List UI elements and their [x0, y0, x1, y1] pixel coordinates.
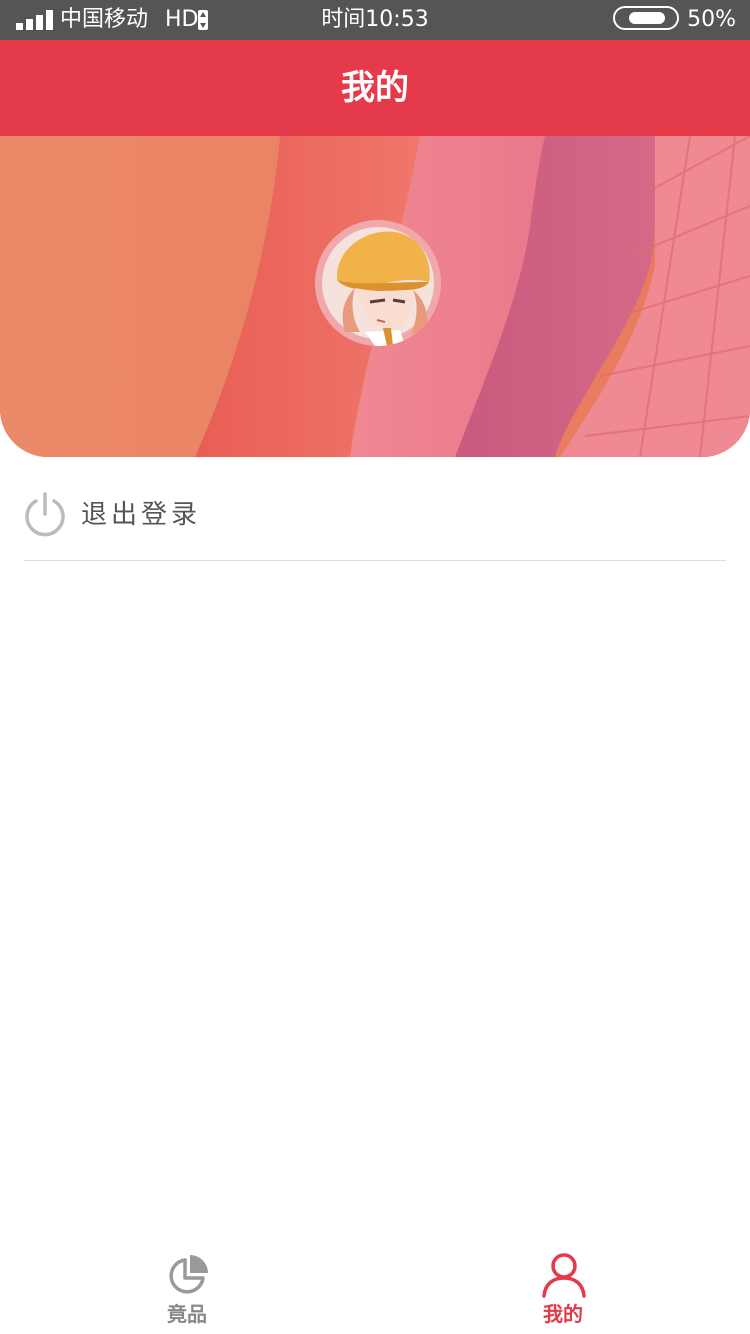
status-bar: 中国移动 HD 时间10:53 50%	[0, 0, 750, 40]
page-title: 我的	[341, 68, 409, 108]
signal-icon	[16, 10, 54, 30]
logout-label: 退出登录	[81, 500, 202, 530]
user-icon	[542, 1253, 586, 1298]
app-header: 我的	[0, 40, 750, 136]
tab-bar: 竟品 我的	[0, 1236, 750, 1334]
battery-icon	[613, 6, 679, 30]
tab-mine[interactable]: 我的	[503, 1236, 623, 1334]
carrier-name: 中国移动	[60, 7, 149, 32]
battery-percent: 50%	[687, 7, 736, 32]
power-icon	[25, 492, 65, 537]
avatar[interactable]	[315, 220, 441, 346]
logout-menu-item[interactable]: 退出登录	[24, 470, 726, 561]
avatar-illustration	[315, 220, 441, 346]
tab-label: 竟品	[167, 1302, 207, 1326]
data-transfer-icon	[198, 10, 208, 30]
pie-chart-icon	[169, 1255, 208, 1294]
network-badge: HD	[165, 7, 199, 32]
tab-label: 我的	[543, 1302, 583, 1326]
profile-banner	[0, 136, 750, 457]
tab-competitors[interactable]: 竟品	[127, 1236, 247, 1334]
